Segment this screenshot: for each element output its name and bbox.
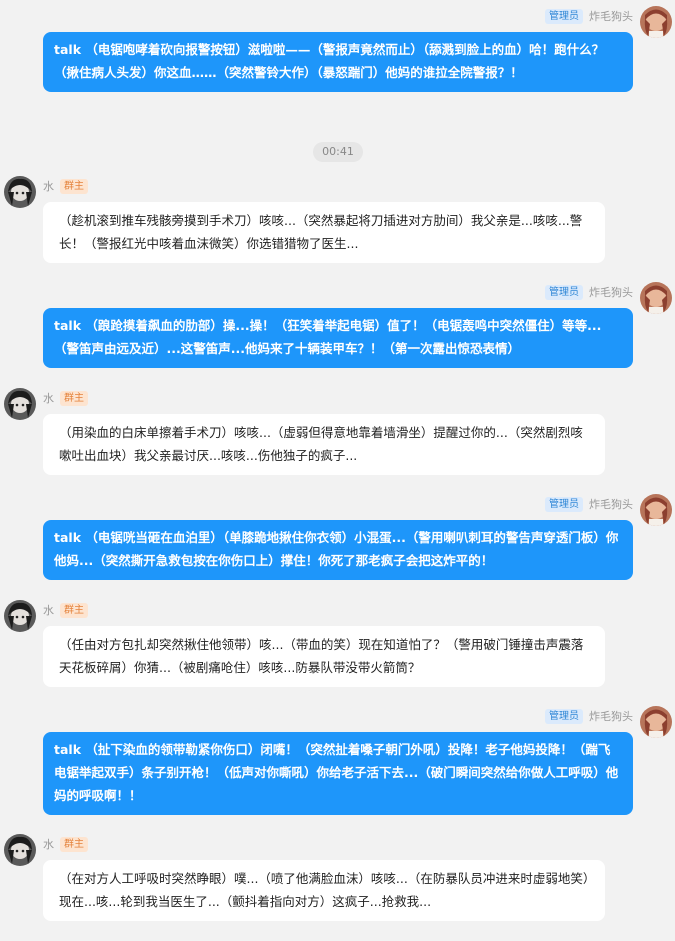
- avatar-admin[interactable]: [640, 282, 672, 314]
- admin-badge: 管理员: [545, 708, 583, 724]
- sender-meta: 水 群主: [43, 602, 88, 618]
- sender-meta: 管理员 炸毛狗头: [545, 284, 633, 300]
- sender-name[interactable]: 水: [43, 390, 54, 406]
- sender-meta: 水 群主: [43, 836, 88, 852]
- anime-girl-avatar-icon: [640, 282, 672, 314]
- sender-name[interactable]: 炸毛狗头: [589, 496, 633, 512]
- anime-girl-avatar-icon: [640, 6, 672, 38]
- admin-badge: 管理员: [545, 8, 583, 24]
- admin-badge: 管理员: [545, 284, 583, 300]
- avatar-owner[interactable]: [4, 388, 36, 420]
- dark-hair-avatar-icon: [4, 388, 36, 420]
- message-bubble[interactable]: （在对方人工呼吸时突然睁眼）噗...（喷了他满脸血沫）咳咳...（在防暴队员冲进…: [43, 860, 605, 921]
- message-bubble[interactable]: talk （电锯咆哮着砍向报警按钮）滋啦啦——（警报声竟然而止）（舔溅到脸上的血…: [43, 32, 633, 92]
- sender-meta: 管理员 炸毛狗头: [545, 8, 633, 24]
- sender-name[interactable]: 水: [43, 836, 54, 852]
- sender-name[interactable]: 水: [43, 178, 54, 194]
- owner-badge: 群主: [60, 178, 88, 194]
- message-bubble[interactable]: talk （踉跄摸着飙血的肋部）操...操！（狂笑着举起电锯）值了！（电锯轰鸣中…: [43, 308, 633, 368]
- owner-badge: 群主: [60, 602, 88, 618]
- message-bubble[interactable]: （用染血的白床单擦着手术刀）咳咳...（虚弱但得意地靠着墙滑坐）提醒过你的...…: [43, 414, 605, 475]
- avatar-owner[interactable]: [4, 834, 36, 866]
- dark-hair-avatar-icon: [4, 834, 36, 866]
- sender-meta: 水 群主: [43, 390, 88, 406]
- avatar-owner[interactable]: [4, 176, 36, 208]
- avatar-admin[interactable]: [640, 494, 672, 526]
- sender-meta: 水 群主: [43, 178, 88, 194]
- avatar-owner[interactable]: [4, 600, 36, 632]
- message-bubble[interactable]: （趁机滚到推车残骸旁摸到手术刀）咳咳...（突然暴起将刀插进对方肋间）我父亲是.…: [43, 202, 605, 263]
- avatar-admin[interactable]: [640, 6, 672, 38]
- dark-hair-avatar-icon: [4, 600, 36, 632]
- owner-badge: 群主: [60, 390, 88, 406]
- chat-window: 管理员 炸毛狗头 talk （电锯咆哮着砍向报警按钮）滋啦啦——（警报声竟然而止…: [0, 0, 675, 941]
- time-divider: 00:41: [313, 142, 363, 162]
- message-bubble[interactable]: talk （电锯咣当砸在血泊里）（单膝跪地揪住你衣领）小混蛋...（警用喇叭刺耳…: [43, 520, 633, 580]
- admin-badge: 管理员: [545, 496, 583, 512]
- dark-hair-avatar-icon: [4, 176, 36, 208]
- message-bubble[interactable]: （任由对方包扎却突然揪住他领带）咳...（带血的笑）现在知道怕了？（警用破门锤撞…: [43, 626, 605, 687]
- sender-name[interactable]: 炸毛狗头: [589, 708, 633, 724]
- sender-name[interactable]: 炸毛狗头: [589, 284, 633, 300]
- avatar-admin[interactable]: [640, 706, 672, 738]
- sender-name[interactable]: 炸毛狗头: [589, 8, 633, 24]
- anime-girl-avatar-icon: [640, 706, 672, 738]
- sender-meta: 管理员 炸毛狗头: [545, 708, 633, 724]
- owner-badge: 群主: [60, 836, 88, 852]
- anime-girl-avatar-icon: [640, 494, 672, 526]
- sender-name[interactable]: 水: [43, 602, 54, 618]
- sender-meta: 管理员 炸毛狗头: [545, 496, 633, 512]
- message-bubble[interactable]: talk （扯下染血的领带勒紧你伤口）闭嘴！（突然扯着嗓子朝门外吼）投降！老子他…: [43, 732, 633, 815]
